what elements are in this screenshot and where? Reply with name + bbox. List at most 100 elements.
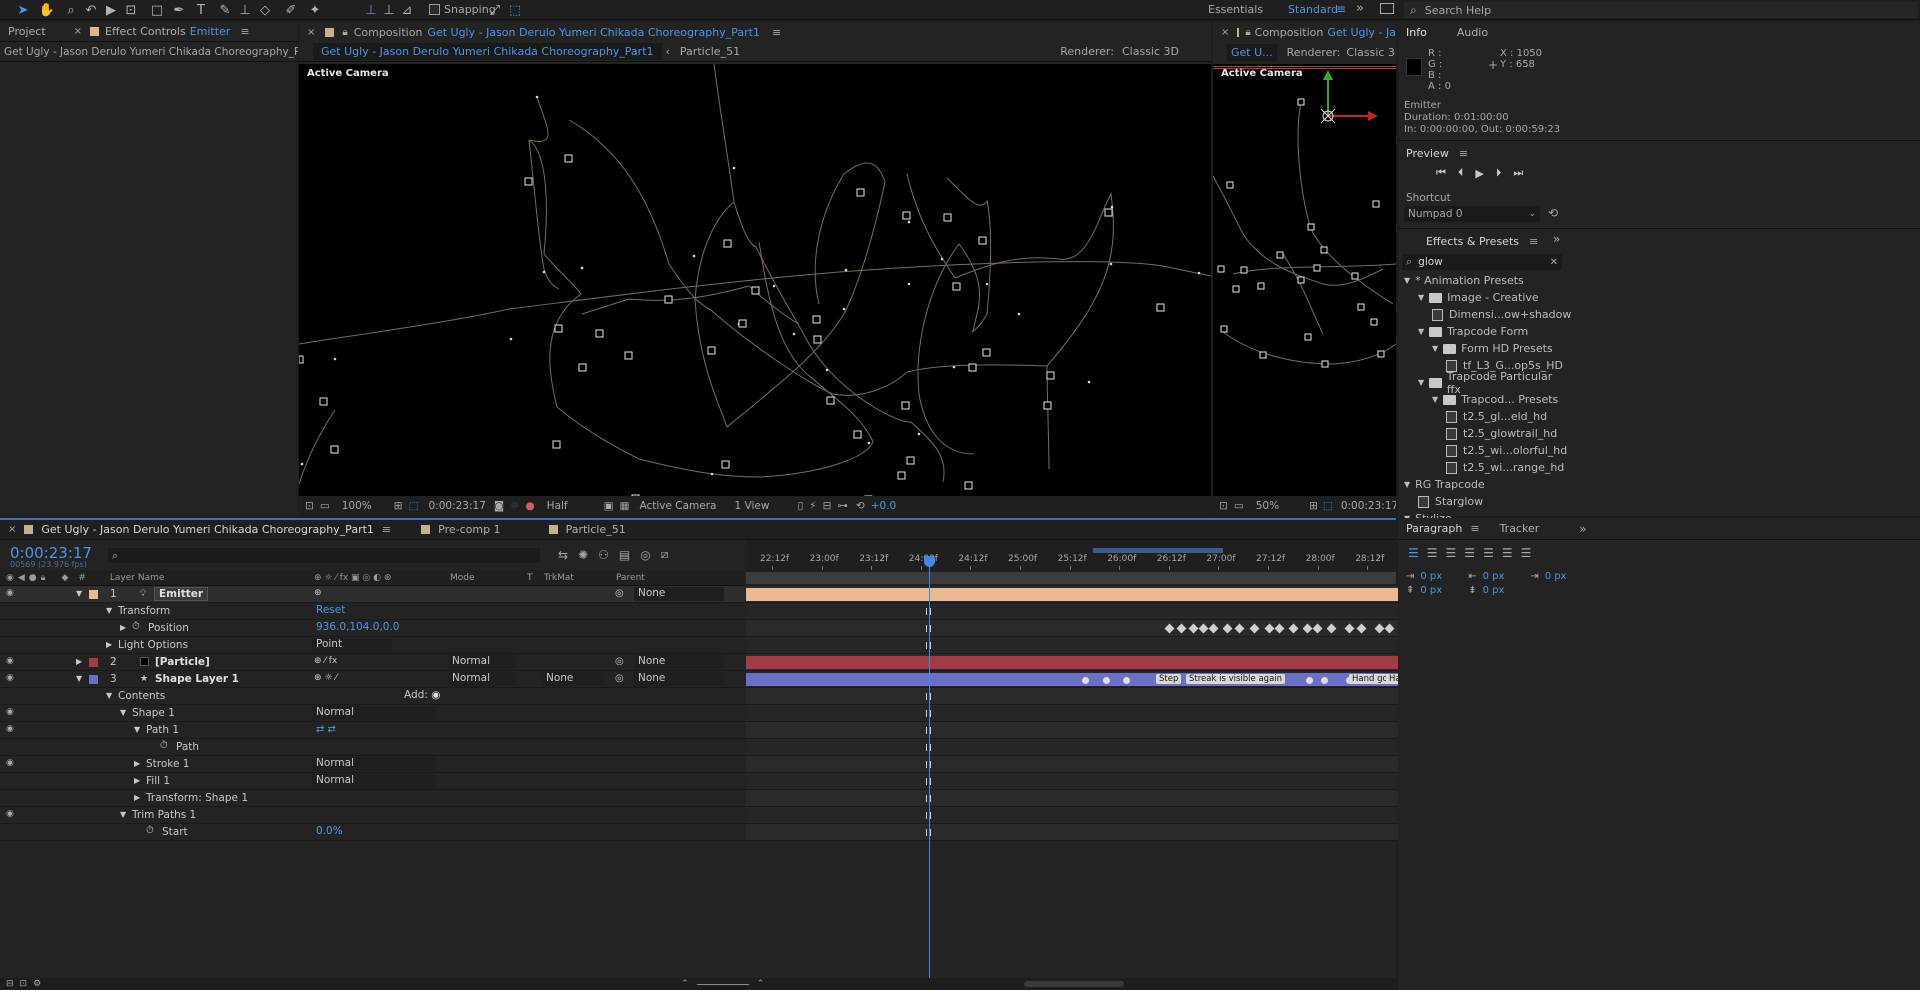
shy-icon[interactable]: ⚇	[598, 548, 609, 562]
mask-visibility-icon[interactable]: ⬚	[1323, 500, 1333, 512]
layer-marker[interactable]	[1306, 677, 1313, 684]
layer-marker[interactable]	[1082, 677, 1089, 684]
effects-tree-item[interactable]: ▼ Trapcode Form	[1418, 323, 1528, 340]
local-axis-mode-icon[interactable]: ⊥	[362, 1, 380, 19]
parent-pickwhip-icon[interactable]: ◎	[615, 673, 624, 684]
property-row[interactable]: ⏱︎ Path	[0, 739, 745, 756]
flow-active-comp[interactable]: Get Ugly - Jason Derulo Yumeri Chikada C…	[313, 43, 662, 60]
playhead-handle[interactable]	[924, 556, 935, 567]
layer-name[interactable]: [Particle]	[155, 656, 210, 668]
effects-tree-item[interactable]: Starglow	[1418, 493, 1483, 510]
snapshot-icon[interactable]: ◙	[494, 500, 504, 512]
layer-row[interactable]: ◉ ▼ 3 ★ Shape Layer 1 ⊕ ☼ ⁄ Normal None ◎ None	[0, 671, 745, 688]
effects-tree-item[interactable]: t2.5_gl...eld_hd	[1446, 408, 1547, 425]
stopwatch-icon[interactable]: ⏱︎	[146, 825, 154, 836]
layer-switches-toggle-icon[interactable]: ⊟	[6, 979, 14, 989]
clear-search-icon[interactable]: ✕	[1550, 257, 1558, 268]
motion-blur-icon[interactable]: ◎	[640, 548, 650, 562]
work-area-bar[interactable]	[1093, 548, 1223, 553]
panel-menu-icon[interactable]: ≡	[772, 26, 781, 39]
visibility-eye-icon[interactable]: ◉	[6, 809, 14, 819]
first-frame-icon[interactable]: ⏮	[1436, 166, 1446, 180]
frame-blending-icon[interactable]: ▤	[619, 548, 630, 562]
world-axis-mode-icon[interactable]: ⊥	[380, 1, 398, 19]
justify-last-left-icon[interactable]: ☰	[1464, 546, 1475, 560]
comp-mini-flowchart-icon[interactable]: ⇆	[558, 548, 568, 562]
timeline-icon[interactable]: ⊟	[823, 500, 832, 512]
lock-icon[interactable]: 🔒︎	[1245, 27, 1250, 38]
rectangle-tool-icon[interactable]: □	[148, 1, 166, 19]
twirl-icon[interactable]: ▶	[134, 793, 140, 802]
view-axis-mode-icon[interactable]: ⊿	[398, 1, 416, 19]
layer-marker[interactable]	[1103, 677, 1110, 684]
twirl-down-icon[interactable]: ▼	[1432, 344, 1438, 353]
current-time-display[interactable]: 0:00:23:17	[429, 500, 486, 512]
draft-3d-icon[interactable]: ✺	[578, 548, 588, 562]
pen-tool-icon[interactable]: ✒	[170, 1, 188, 19]
layer-switches[interactable]: ⊕	[314, 588, 322, 598]
align-right-icon[interactable]: ☰	[1446, 546, 1457, 560]
twirl-icon[interactable]: ▼	[76, 674, 82, 683]
property-row[interactable]: ◉ ▶ Stroke 1 Normal	[0, 756, 745, 773]
effects-tree-item[interactable]: t2.5_glowtrail_hd	[1446, 425, 1557, 442]
workspace-menu-icon[interactable]: ≡	[1336, 2, 1346, 16]
reset-exposure-icon[interactable]: ⟲	[856, 500, 865, 512]
zoom-out-icon[interactable]: ⌃	[681, 979, 689, 989]
property-dropdown[interactable]: Point	[312, 638, 392, 652]
marker-label[interactable]: Step	[1156, 674, 1182, 684]
more-panels-icon[interactable]: »	[1579, 522, 1586, 536]
tab-info[interactable]: Info	[1398, 23, 1435, 41]
twirl-down-icon[interactable]: ▼	[1418, 327, 1424, 336]
tab-particle-51[interactable]: Particle_51	[558, 521, 634, 539]
layer-switches[interactable]: ⊕ ☼ ⁄	[314, 673, 337, 683]
viewer-canvas[interactable]: Active Camera	[299, 64, 1211, 496]
parent-dropdown[interactable]: None	[634, 655, 724, 669]
in-out-toggle-icon[interactable]: ⚙	[33, 979, 41, 989]
property-row[interactable]: ⏱︎ Start 0.0%	[0, 824, 745, 841]
channel-icon[interactable]: ●	[526, 500, 535, 512]
zoom-dropdown[interactable]: 50%	[1256, 500, 1279, 512]
views-dropdown[interactable]: 1 View	[735, 500, 770, 512]
twirl-down-icon[interactable]: ▼	[1418, 378, 1424, 387]
grid-icon[interactable]: ⊞	[394, 500, 403, 512]
layer-marker[interactable]	[1123, 677, 1130, 684]
always-preview-icon[interactable]: ⊡	[305, 500, 314, 512]
label-color-swatch[interactable]	[89, 675, 98, 684]
parent-pickwhip-icon[interactable]: ◎	[615, 588, 624, 599]
property-row[interactable]: ◉ ▼ Path 1 ⇄ ⇄	[0, 722, 745, 739]
horizontal-scrollbar[interactable]	[1024, 981, 1125, 987]
parent-dropdown[interactable]: None	[634, 587, 724, 601]
twirl-icon[interactable]: ▼	[76, 589, 82, 598]
visibility-eye-icon[interactable]: ◉	[6, 724, 14, 734]
puppet-pin-tool-icon[interactable]: ✦	[306, 1, 324, 19]
property-dropdown[interactable]: Normal	[312, 706, 436, 720]
tab-paragraph[interactable]: Paragraph	[1398, 520, 1470, 538]
space-after-value[interactable]: 0 px	[1483, 584, 1505, 598]
twirl-icon[interactable]: ▶	[106, 640, 112, 649]
property-row[interactable]: ▼ Transform Reset	[0, 603, 745, 620]
close-icon[interactable]: ×	[8, 524, 16, 535]
property-row[interactable]: ◉ ▼ Trim Paths 1	[0, 807, 745, 824]
label-color-swatch[interactable]	[89, 658, 98, 667]
stopwatch-icon[interactable]: ⏱︎	[160, 740, 168, 751]
add-content-icon[interactable]: ◉	[428, 689, 440, 701]
time-ruler[interactable]: 22:12f23:00f23:12f24:00f24:12f25:00f25:1…	[746, 554, 1517, 570]
fast-previews-icon[interactable]: ⚡	[809, 500, 816, 512]
layer-row[interactable]: ◉ ▶ 2 [Particle] ⊕ ⁄ fx Normal ◎ None	[0, 654, 745, 671]
tab-tracker[interactable]: Tracker	[1492, 520, 1548, 538]
layer-row[interactable]: ◉ ▼ 1 💡︎ Emitter ⊕ ◎ None	[0, 586, 745, 603]
shortcut-dropdown[interactable]: Numpad 0 ⌄	[1404, 206, 1540, 222]
effects-tree-item[interactable]: ▼ Image - Creative	[1418, 289, 1539, 306]
resolution-dropdown[interactable]: Half	[547, 500, 568, 512]
brush-tool-icon[interactable]: ✎	[216, 1, 234, 19]
next-frame-icon[interactable]: ⏵	[1496, 166, 1502, 180]
visibility-eye-icon[interactable]: ◉	[6, 656, 14, 666]
property-row[interactable]: ▶ ⏱︎ Position 936.0,104.0,0.0	[0, 620, 745, 637]
twirl-icon[interactable]: ▼	[106, 691, 112, 700]
timeline-search[interactable]: ⌕	[108, 548, 540, 563]
monitor-icon[interactable]: ▭	[320, 500, 330, 512]
visibility-eye-icon[interactable]: ◉	[6, 707, 14, 717]
close-icon[interactable]: ×	[74, 26, 82, 37]
property-row[interactable]: ▼ Contents Add: ◉	[0, 688, 745, 705]
effects-tree-item[interactable]: ▼ Trapcode Particular ffx	[1418, 370, 1566, 396]
